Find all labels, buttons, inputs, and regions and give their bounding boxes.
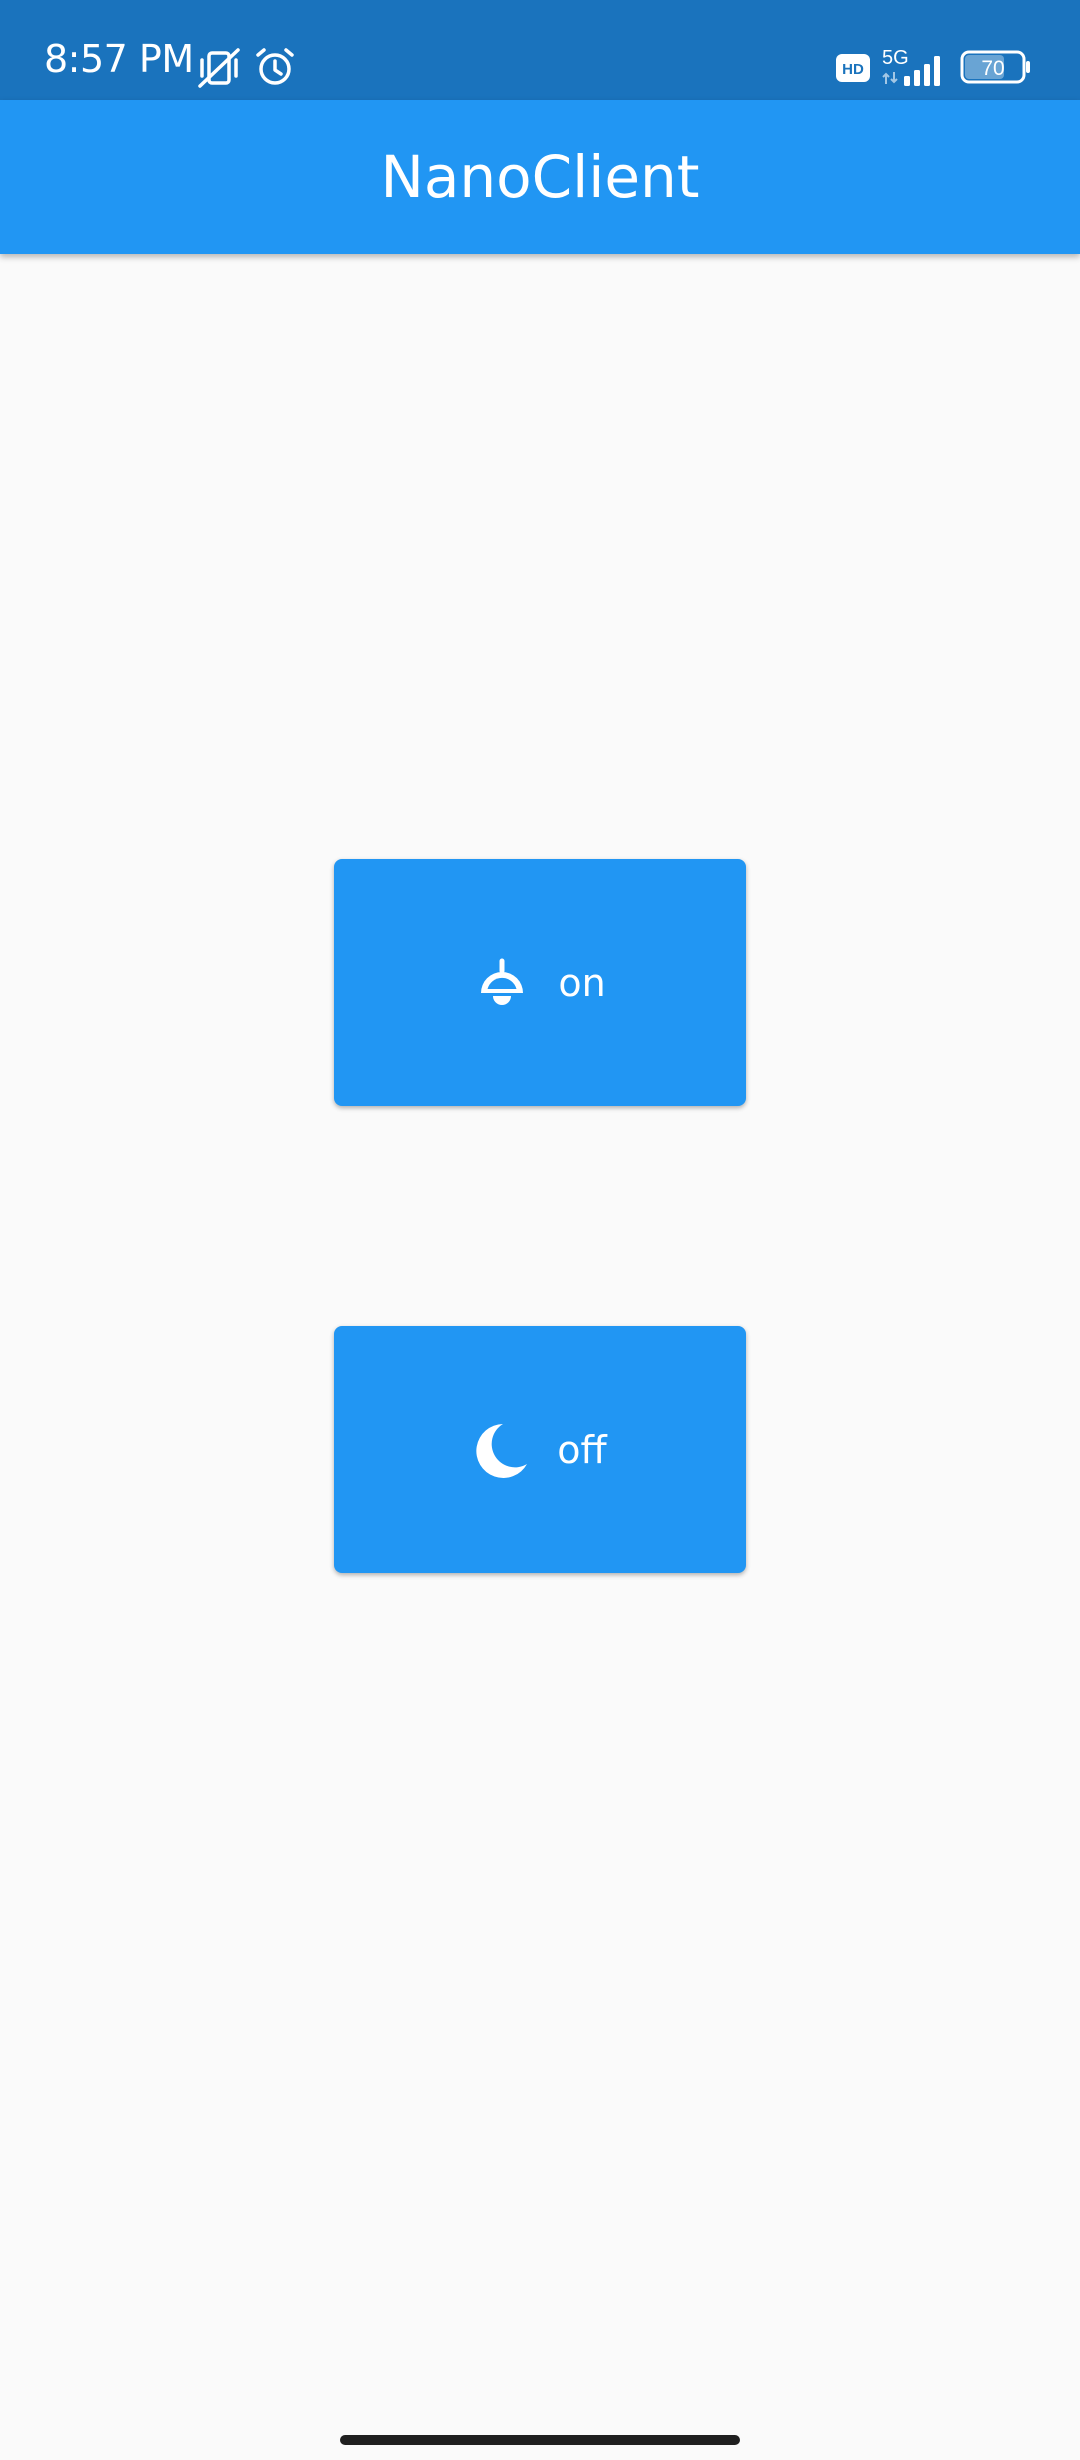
off-button-label: off — [557, 1427, 607, 1472]
alarm-icon — [256, 48, 294, 85]
app-bar: NanoClient — [0, 100, 1080, 254]
hd-label: HD — [842, 61, 864, 78]
on-button[interactable]: on — [334, 859, 746, 1106]
battery-icon: 70 — [960, 50, 1030, 84]
app-title: NanoClient — [380, 143, 700, 211]
home-indicator[interactable] — [340, 2435, 740, 2445]
battery-level: 70 — [981, 57, 1004, 80]
off-button-content: off — [334, 1326, 746, 1573]
network-label: 5G — [882, 47, 909, 69]
on-button-content: on — [334, 859, 746, 1106]
signal-icon: 5G — [882, 47, 940, 86]
hd-voice-icon: HD — [836, 54, 870, 82]
vibrate-muted-icon — [198, 48, 240, 88]
moon-icon — [476, 1423, 528, 1478]
ceiling-lamp-icon — [481, 958, 524, 1005]
status-bar: 8:57 PM HD 5G 70 — [0, 0, 1080, 100]
off-button[interactable]: off — [334, 1326, 746, 1573]
status-time: 8:57 PM — [44, 37, 194, 81]
on-button-label: on — [558, 960, 606, 1005]
